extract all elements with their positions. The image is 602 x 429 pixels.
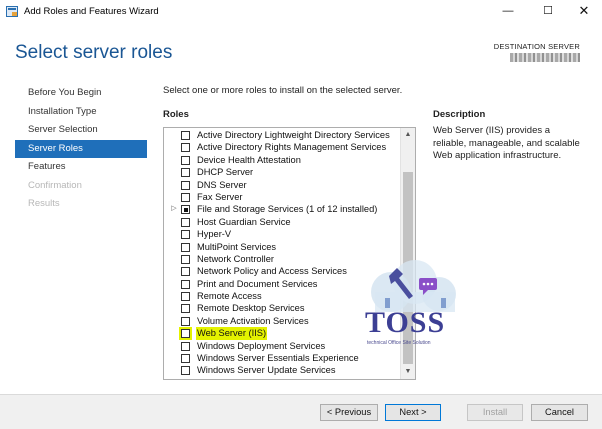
role-label: DHCP Server — [197, 167, 254, 178]
role-checkbox[interactable] — [181, 316, 190, 326]
scroll-up-arrow-icon[interactable]: ▲ — [401, 128, 415, 142]
role-checkbox[interactable] — [181, 267, 190, 277]
role-checkbox-partial[interactable] — [181, 205, 190, 215]
description-header: Description — [433, 109, 486, 120]
role-checkbox[interactable] — [181, 192, 190, 202]
previous-button[interactable]: < Previous — [320, 404, 378, 421]
install-button: Install — [467, 404, 523, 421]
role-label: Web Server (IIS) — [196, 327, 268, 340]
role-item[interactable]: Windows Server Update Services — [164, 364, 400, 376]
role-item[interactable]: MultiPoint Services — [164, 241, 400, 253]
role-label: File and Storage Services (1 of 12 insta… — [197, 204, 378, 215]
destination-server-name-redacted — [510, 53, 580, 62]
role-label: Network Policy and Access Services — [197, 266, 347, 277]
role-label: Volume Activation Services — [197, 315, 309, 326]
role-item[interactable]: Hyper-V — [164, 228, 400, 240]
role-label: Remote Access — [197, 291, 262, 302]
role-checkbox[interactable] — [181, 168, 190, 178]
roles-header: Roles — [163, 109, 189, 120]
role-label: Network Controller — [197, 253, 274, 264]
role-checkbox[interactable] — [181, 242, 190, 252]
maximize-button[interactable]: ☐ — [528, 0, 568, 24]
role-label: Windows Server Essentials Experience — [197, 353, 359, 364]
role-checkbox[interactable] — [181, 341, 190, 351]
role-checkbox[interactable] — [181, 304, 190, 314]
role-item[interactable]: Host Guardian Service — [164, 216, 400, 228]
role-checkbox[interactable] — [181, 217, 190, 227]
next-button[interactable]: Next > — [385, 404, 441, 421]
role-label: Windows Server Update Services — [197, 365, 336, 376]
minimize-button[interactable]: — — [488, 0, 528, 24]
role-checkbox[interactable] — [181, 131, 190, 140]
role-item[interactable]: DHCP Server — [164, 166, 400, 178]
role-checkbox[interactable] — [181, 155, 190, 165]
role-checkbox[interactable] — [181, 366, 190, 376]
role-label: Active Directory Lightweight Directory S… — [197, 130, 390, 140]
expand-arrow-icon[interactable]: ▷ — [170, 203, 178, 215]
role-label: Active Directory Rights Management Servi… — [197, 142, 387, 153]
cancel-button[interactable]: Cancel — [531, 404, 588, 421]
role-item[interactable]: Active Directory Lightweight Directory S… — [164, 129, 400, 141]
server-manager-icon — [6, 6, 18, 17]
destination-server-label: DESTINATION SERVER — [493, 42, 580, 51]
step-features[interactable]: Features — [15, 158, 147, 177]
step-server-roles[interactable]: Server Roles — [15, 139, 147, 158]
watermark-subtitle: technical Office Site Solution — [367, 340, 431, 346]
role-checkbox[interactable] — [181, 230, 190, 240]
role-checkbox[interactable] — [181, 143, 190, 153]
step-server-selection[interactable]: Server Selection — [15, 121, 147, 140]
role-label: Device Health Attestation — [197, 154, 301, 165]
role-checkbox[interactable] — [181, 292, 190, 302]
description-text: Web Server (IIS) provides a reliable, ma… — [433, 125, 580, 161]
step-results: Results — [28, 198, 60, 209]
toss-watermark-logo: TOSS technical Office Site Solution — [357, 258, 469, 354]
role-checkbox[interactable] — [181, 279, 190, 289]
role-checkbox[interactable] — [181, 354, 190, 364]
title-bar: Add Roles and Features Wizard — ☐ ✕ — [0, 0, 602, 24]
role-checkbox[interactable] — [181, 329, 190, 339]
role-label: Print and Document Services — [197, 278, 318, 289]
role-item[interactable]: ▷ File and Storage Services (1 of 12 inst… — [164, 203, 400, 215]
page-title: Select server roles — [15, 42, 173, 63]
role-label: MultiPoint Services — [197, 241, 277, 252]
role-item[interactable]: Device Health Attestation — [164, 154, 400, 166]
role-label: Windows Deployment Services — [197, 340, 326, 351]
role-item[interactable]: Fax Server — [164, 191, 400, 203]
watermark-word: TOSS — [365, 306, 446, 339]
role-label: Host Guardian Service — [197, 216, 291, 227]
step-before-you-begin[interactable]: Before You Begin — [15, 84, 147, 103]
role-label: Hyper-V — [197, 229, 232, 240]
role-label: Fax Server — [197, 191, 243, 202]
step-installation-type[interactable]: Installation Type — [15, 103, 147, 122]
scroll-down-arrow-icon[interactable]: ▼ — [401, 365, 415, 379]
role-label: DNS Server — [197, 179, 247, 190]
close-button[interactable]: ✕ — [564, 0, 602, 24]
role-item[interactable]: Active Directory Rights Management Servi… — [164, 141, 400, 153]
instructions-text: Select one or more roles to install on t… — [163, 85, 403, 96]
step-confirmation: Confirmation — [28, 179, 82, 191]
wizard-steps: Before You Begin Installation Type Serve… — [15, 84, 147, 214]
role-checkbox[interactable] — [181, 180, 190, 190]
role-label: Remote Desktop Services — [197, 303, 305, 314]
role-checkbox[interactable] — [181, 254, 190, 264]
window-title: Add Roles and Features Wizard — [24, 6, 159, 17]
role-item[interactable]: DNS Server — [164, 179, 400, 191]
